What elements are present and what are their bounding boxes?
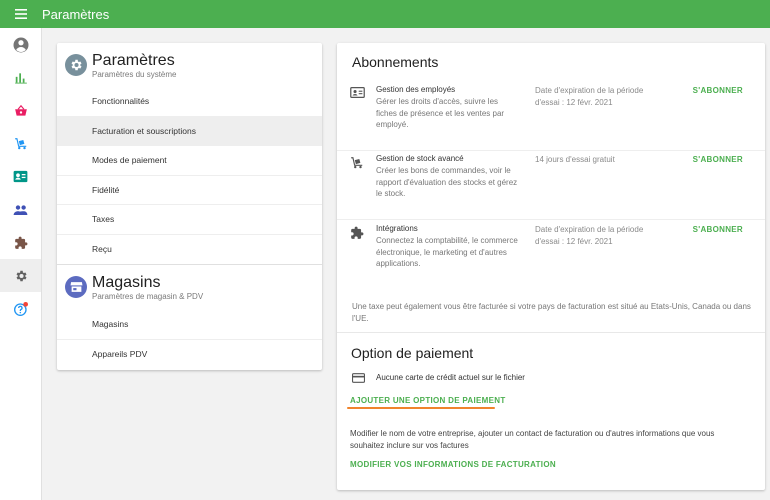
credit-card-icon [352, 373, 365, 383]
subscriptions-title: Abonnements [352, 54, 439, 70]
hamburger-icon [15, 9, 27, 19]
no-card-message: Aucune carte de crédit actuel sur le fic… [376, 373, 525, 382]
hand-truck-icon [14, 137, 26, 149]
subscriptions-card: Abonnements Gestion des employés Gérer l… [337, 43, 765, 490]
bar-chart-icon [14, 72, 27, 84]
nav-employees[interactable] [0, 160, 41, 193]
billing-info-note: Modifier le nom de votre entreprise, ajo… [350, 429, 715, 450]
gear-icon [16, 270, 27, 281]
store-icon [65, 276, 87, 298]
system-settings-header: Paramètres Paramètres du système [57, 43, 322, 87]
nav-settings[interactable] [0, 259, 41, 292]
menu-item-taxes[interactable]: Taxes [57, 205, 322, 235]
subscription-name: Gestion des employés [376, 85, 456, 94]
add-payment-option-button[interactable]: AJOUTER UNE OPTION DE PAIEMENT [350, 396, 506, 405]
nav-help[interactable] [0, 292, 41, 325]
menu-item-billing[interactable]: Facturation et souscriptions [57, 116, 322, 146]
menu-item-payment-types[interactable]: Modes de paiement [57, 146, 322, 176]
badge-icon [350, 87, 365, 98]
top-app-bar: Paramètres [0, 0, 770, 28]
subscription-description: Créer les bons de commandes, voir le rap… [376, 166, 518, 198]
menu-item-receipt[interactable]: Reçu [57, 235, 322, 265]
system-settings-title: Paramètres [92, 52, 175, 69]
tax-note: Une taxe peut également vous être factur… [352, 302, 751, 323]
puzzle-icon [351, 226, 364, 239]
nav-integrations[interactable] [0, 226, 41, 259]
subscribe-button-inventory[interactable]: S'ABONNER [693, 155, 743, 164]
settings-menu-card: Paramètres Paramètres du système Fonctio… [57, 43, 322, 370]
nav-account[interactable] [0, 28, 41, 61]
subscription-row-inventory: Gestion de stock avancé Créer les bons d… [337, 154, 765, 220]
nav-customers[interactable] [0, 193, 41, 226]
payment-option-title: Option de paiement [351, 345, 474, 361]
subscription-expiry: Date d'expiration de la période d'essai … [535, 225, 644, 246]
help-icon [13, 301, 28, 316]
subscription-row-integrations: Intégrations Connectez la comptabilité, … [337, 224, 765, 290]
subscribe-button-employees[interactable]: S'ABONNER [693, 86, 743, 95]
store-settings-title: Magasins [92, 274, 161, 291]
page-title: Paramètres [42, 6, 110, 22]
account-circle-icon [13, 37, 28, 52]
subscription-expiry: 14 jours d'essai gratuit [535, 155, 615, 164]
basket-icon [14, 104, 27, 116]
subscription-row-employees: Gestion des employés Gérer les droits d'… [337, 85, 765, 151]
menu-item-pos-devices[interactable]: Appareils PDV [57, 340, 322, 370]
hand-truck-icon [351, 157, 363, 169]
subscription-name: Intégrations [376, 224, 418, 233]
nav-inventory[interactable] [0, 127, 41, 160]
subscription-description: Gérer les droits d'accès, suivre les fic… [376, 97, 505, 129]
nav-reports[interactable] [0, 61, 41, 94]
subscription-expiry: Date d'expiration de la période d'essai … [535, 86, 644, 107]
payment-divider [337, 332, 765, 333]
store-settings-subtitle: Paramètres de magasin & PDV [92, 292, 204, 301]
puzzle-icon [14, 236, 27, 249]
menu-item-loyalty[interactable]: Fidélité [57, 176, 322, 205]
gear-icon [65, 54, 87, 76]
menu-button[interactable] [0, 0, 42, 28]
highlight-underline [347, 407, 495, 409]
subscription-description: Connectez la comptabilité, le commerce é… [376, 236, 518, 268]
menu-item-features[interactable]: Fonctionnalités [57, 87, 322, 117]
subscribe-button-integrations[interactable]: S'ABONNER [693, 225, 743, 234]
people-icon [13, 204, 28, 215]
menu-item-stores[interactable]: Magasins [57, 310, 322, 340]
nav-sales[interactable] [0, 94, 41, 127]
system-settings-subtitle: Paramètres du système [92, 70, 177, 79]
edit-billing-info-button[interactable]: MODIFIER VOS INFORMATIONS DE FACTURATION [350, 460, 556, 469]
subscription-name: Gestion de stock avancé [376, 154, 464, 163]
badge-icon [13, 170, 28, 183]
store-settings-header: Magasins Paramètres de magasin & PDV [57, 265, 322, 310]
side-navigation [0, 28, 42, 500]
